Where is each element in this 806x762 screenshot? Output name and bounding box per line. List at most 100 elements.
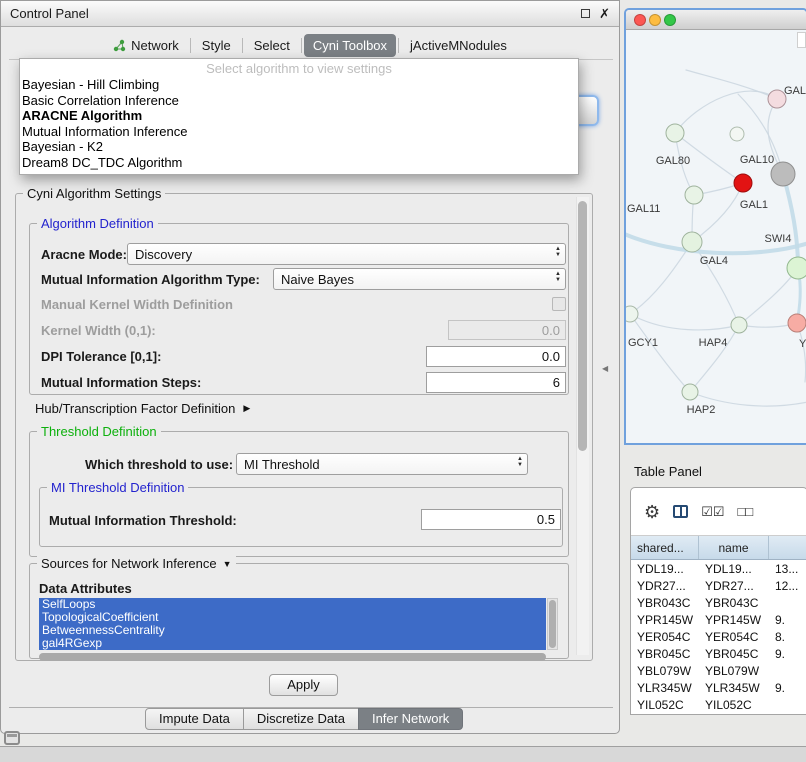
attributes-horizontal-scrollbar[interactable] [39,653,546,661]
algorithm-option[interactable]: Bayesian - K2 [20,139,578,155]
tab-label: Select [254,38,290,53]
table-panel-title: Table Panel [634,464,702,479]
mi-threshold-field[interactable]: 0.5 [421,509,561,530]
bottom-tab-discretize-data[interactable]: Discretize Data [243,708,359,730]
network-edge[interactable] [675,91,777,133]
algorithm-option[interactable]: ARACNE Algorithm [20,108,578,124]
table-cell: YLR345W [699,681,769,695]
network-node-label: GAL [784,85,806,97]
tab-style[interactable]: Style [193,34,240,57]
network-edge[interactable] [690,325,739,392]
which-threshold-select[interactable]: MI Threshold ▲▼ [236,453,528,475]
clear-checkboxes-icon[interactable]: □□ [737,505,753,518]
mi-algorithm-type-select[interactable]: Naive Bayes ▲▼ [273,268,566,290]
hub-definition-toggle[interactable]: Hub/Transcription Factor Definition ▶ [35,401,250,416]
attributes-vertical-scrollbar[interactable] [547,598,558,650]
zoom-traffic-light[interactable] [664,14,676,26]
mi-threshold-definition-title: MI Threshold Definition [47,480,188,495]
network-node-label: GAL10 [740,154,774,166]
algorithm-option[interactable]: Bayesian - Hill Climbing [20,77,578,93]
hub-definition-label: Hub/Transcription Factor Definition [35,401,235,416]
table-row[interactable]: YLR345WYLR345W9. [631,679,806,696]
column-header-name[interactable]: name [699,536,769,559]
table-cell: YBR045C [699,647,769,661]
network-node[interactable] [730,127,744,141]
table-cell: 12... [769,579,806,593]
select-all-checkboxes-icon[interactable]: ☑☑ [701,505,724,518]
network-canvas[interactable]: GALGAL80GAL10GAL11GAL1SWI4GAL4GCY1HAP4YH… [626,30,806,443]
dpi-tolerance-field[interactable]: 0.0 [426,346,566,367]
table-cell: YLR345W [631,681,699,695]
gear-icon[interactable]: ⚙ [644,503,660,521]
tab-separator [190,38,191,53]
close-traffic-light[interactable] [634,14,646,26]
data-attribute-option[interactable]: gal4RGexp [39,637,546,650]
network-node-label: GCY1 [628,337,658,349]
data-attributes-list: SelfLoopsTopologicalCoefficientBetweenne… [39,598,546,650]
network-edge[interactable] [686,70,777,99]
bottom-tab-impute-data[interactable]: Impute Data [145,708,244,730]
network-node[interactable] [626,306,638,322]
data-attribute-option[interactable]: BetweennessCentrality [39,624,546,637]
table-cell: YDR27... [631,579,699,593]
algorithm-option[interactable]: Basic Correlation Inference [20,93,578,109]
table-row[interactable]: YDR27...YDR27...12... [631,577,806,594]
network-node[interactable] [731,317,747,333]
columns-icon[interactable] [673,505,688,518]
network-node[interactable] [685,186,703,204]
aracne-mode-value: Discovery [135,247,192,262]
dropdown-placeholder: Select algorithm to view settings [20,60,578,77]
close-icon[interactable]: ✗ [599,7,610,20]
control-panel-titlebar: Control Panel ✗ [1,1,619,27]
network-node[interactable] [787,257,806,279]
table-row[interactable]: YBR045CYBR045C9. [631,645,806,662]
network-edge[interactable] [739,268,798,325]
tab-network[interactable]: Network [104,34,188,57]
minimize-traffic-light[interactable] [649,14,661,26]
panel-splitter-icon[interactable]: ◀ [602,364,608,373]
column-header-shared[interactable]: shared... [631,536,699,559]
table-row[interactable]: YIL052CYIL052C [631,696,806,713]
combo-arrows-icon: ▲▼ [517,457,523,468]
network-node[interactable] [666,124,684,142]
tab-select[interactable]: Select [245,34,299,57]
network-node[interactable] [734,174,752,192]
table-panel-toolbar: ⚙ ☑☑ □□ [631,488,806,536]
network-window-titlebar[interactable] [626,10,806,30]
bottom-tab-infer-network[interactable]: Infer Network [358,708,463,730]
columns-glyph [673,505,688,518]
network-node-label: SWI4 [765,233,792,245]
algorithm-option[interactable]: Mutual Information Inference [20,124,578,140]
network-node[interactable] [771,162,795,186]
aracne-mode-select[interactable]: Discovery ▲▼ [127,243,566,265]
control-panel-title: Control Panel [10,6,89,21]
table-row[interactable]: YER054CYER054C8. [631,628,806,645]
algorithm-definition-title: Algorithm Definition [37,216,158,231]
table-row[interactable]: YBL079WYBL079W [631,662,806,679]
column-header-extra[interactable] [769,536,806,559]
network-node[interactable] [682,384,698,400]
table-cell: YER054C [631,630,699,644]
network-node[interactable] [788,314,806,332]
show-panel-icon[interactable] [4,731,20,745]
which-threshold-label: Which threshold to use: [85,457,233,472]
settings-scrollbar-thumb[interactable] [578,201,587,451]
mi-steps-field[interactable]: 6 [426,372,566,393]
network-edge[interactable] [783,174,798,268]
tab-label: Style [202,38,231,53]
table-row[interactable]: YPR145WYPR145W9. [631,611,806,628]
network-edge[interactable] [630,242,692,314]
sources-section-toggle[interactable]: Sources for Network Inference ▼ [37,556,236,571]
tab-cyni-toolbox[interactable]: Cyni Toolbox [304,34,396,57]
algorithm-option[interactable]: Dream8 DC_TDC Algorithm [20,155,578,171]
sources-section-label: Sources for Network Inference [41,556,217,571]
table-row[interactable]: YDL19...YDL19...13... [631,560,806,577]
scrollbar-thumb[interactable] [549,600,556,648]
float-window-icon[interactable] [581,9,590,18]
tab-jactivemnodules[interactable]: jActiveMNodules [401,34,516,57]
network-edge[interactable] [630,314,739,330]
network-scrollbar-stub[interactable] [797,32,806,48]
network-node[interactable] [682,232,702,252]
apply-button[interactable]: Apply [269,674,338,696]
table-row[interactable]: YBR043CYBR043C [631,594,806,611]
